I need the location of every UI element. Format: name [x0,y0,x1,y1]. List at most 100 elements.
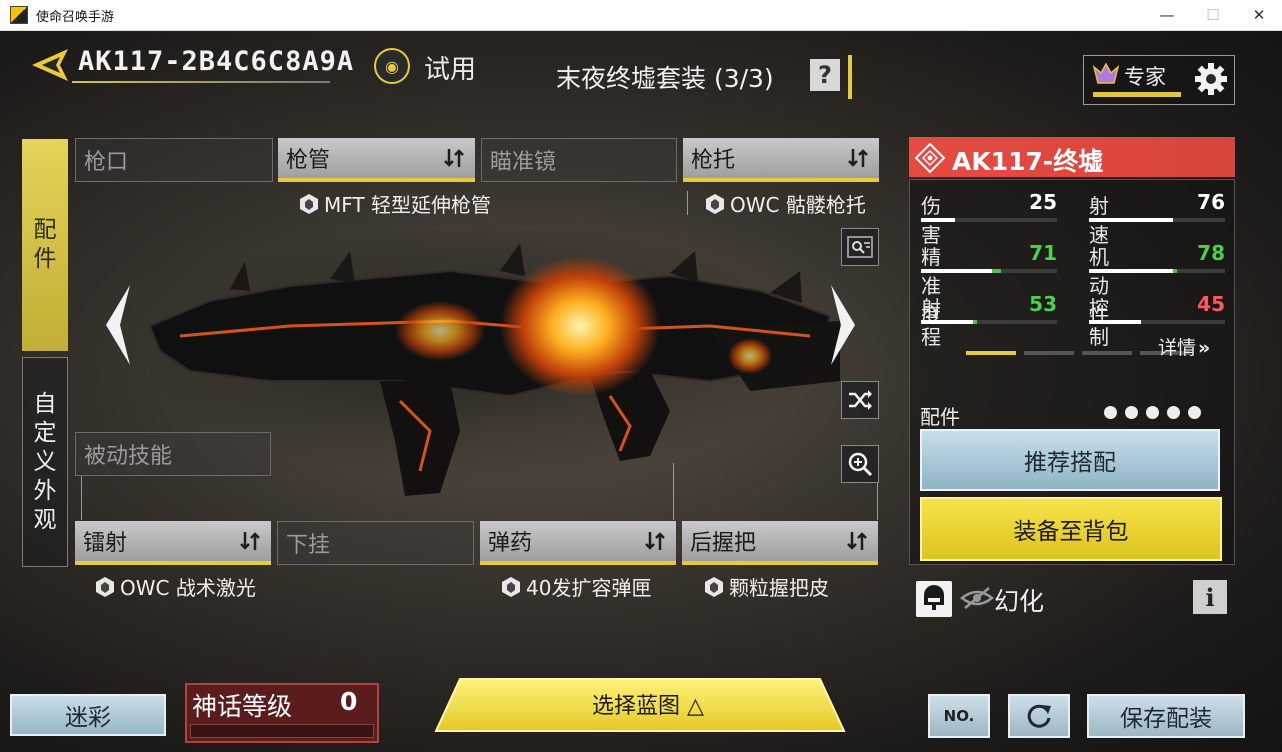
slot-ammo[interactable]: 弹药 [480,521,676,565]
save-loadout-button[interactable]: 保存配装 [1087,694,1245,738]
expert-label[interactable]: 专家 [1124,61,1166,91]
blueprint-label[interactable]: 选择蓝图 △ [592,688,704,720]
tab-attachments-label: 配件 [33,217,57,272]
attachment-dot [1167,406,1180,419]
stat-value: 25 [1029,190,1057,214]
help-button[interactable]: ? [810,59,840,91]
mythic-level-label: 神话等级 [192,692,293,721]
rarity-emblem-icon [502,576,520,597]
rarity-emblem-icon [706,193,724,214]
stats-page-indicator [1024,351,1074,355]
slot-perk-label: 被动技能 [84,444,173,469]
stat-bar [1089,218,1225,222]
zoom-in-icon [848,452,873,477]
slot-barrel[interactable]: 枪管 [278,138,475,182]
stat-bar-fill [921,218,955,222]
swap-icon[interactable] [846,530,868,552]
stat-bar-fill [1089,218,1174,222]
slot-stock-label: 枪托 [691,148,736,173]
laser-item: OWC 战术激光 [94,572,256,601]
stats-page-indicator [966,351,1016,355]
rear-grip-item-name: 颗粒握把皮 [729,576,829,600]
zoom-button[interactable] [841,445,879,483]
slot-perk[interactable]: 被动技能 [75,432,271,476]
connector-line [687,191,688,215]
refresh-icon [1027,704,1051,728]
swap-icon[interactable] [443,147,465,169]
slot-rear-grip[interactable]: 后握把 [682,521,878,565]
window-titlebar: 使命召唤手游 — ☐ ✕ [0,0,1282,31]
expert-underline [1093,92,1181,97]
info-button[interactable]: i [1193,580,1227,614]
tab-custom-look[interactable]: 自定义外观 [22,357,68,567]
attachment-dots [1104,406,1201,419]
weapon-title: AK117-终墟 [952,147,1104,176]
close-button[interactable]: ✕ [1236,0,1282,30]
maximize-button[interactable]: ☐ [1190,0,1236,30]
attachment-dot [1146,406,1159,419]
gear-icon[interactable] [1194,62,1228,96]
slot-optic[interactable]: 瞄准镜 [481,138,677,182]
phantom-label[interactable]: 幻化 [994,582,1044,618]
minimize-button[interactable]: — [1144,0,1190,30]
details-label: 详情 [1158,337,1197,359]
swap-icon[interactable] [847,147,869,169]
connector-line [81,476,82,520]
slot-rear-grip-label: 后握把 [690,531,757,556]
rarity-emblem-icon [96,576,114,597]
operator-helmet-icon[interactable] [916,581,952,617]
double-chevron-right-icon: » [1198,337,1211,359]
attachments-label: 配件 [920,405,960,429]
attachment-dot [1104,406,1117,419]
tab-attachments[interactable]: 配件 [22,139,68,351]
set-title: 末夜终墟套装 (3/3) [556,64,774,93]
connector-line [877,483,878,520]
chevron-left-icon[interactable] [100,283,136,367]
ammo-item-name: 40发扩容弹匣 [526,576,652,600]
weapon-name-underline [72,81,330,83]
eye-hidden-icon[interactable] [960,586,994,610]
stat-bar-gain [972,320,977,324]
slot-muzzle-label: 枪口 [84,150,129,175]
expert-badge-icon[interactable] [1093,63,1119,85]
stats-page-indicator [1082,351,1132,355]
slot-stock[interactable]: 枪托 [683,138,879,182]
slot-muzzle[interactable]: 枪口 [75,138,273,182]
stock-item: OWC 骷髅枪托 [704,189,866,218]
serial-number-button[interactable]: NO. [928,694,990,738]
slot-laser[interactable]: 镭射 [75,521,271,565]
back-arrow-icon[interactable] [30,47,70,83]
inspect-icon [847,236,873,258]
stock-item-name: OWC 骷髅枪托 [730,193,866,217]
stat-bar-gain [991,269,1002,273]
stat-value: 45 [1197,292,1225,316]
stat-bar-fill [921,320,973,324]
details-link[interactable]: 详情» [1158,333,1210,360]
reset-button[interactable] [1008,694,1070,738]
slot-optic-label: 瞄准镜 [490,150,557,175]
laser-item-name: OWC 战术激光 [120,576,256,600]
shuffle-button[interactable] [841,381,879,419]
mythic-progress-bar [190,724,374,738]
inspect-button[interactable] [841,228,879,266]
slot-barrel-label: 枪管 [286,148,331,173]
slot-ammo-label: 弹药 [488,531,533,556]
recommend-button[interactable]: 推荐搭配 [920,429,1220,491]
stat-value: 78 [1197,241,1225,265]
stat-bar [921,269,1057,273]
set-accent-bar [848,55,852,99]
trial-icon[interactable]: ◉ [374,48,410,84]
swap-icon[interactable] [644,530,666,552]
camo-button[interactable]: 迷彩 [10,694,166,736]
stat-value: 53 [1029,292,1057,316]
shuffle-icon [849,390,872,410]
equip-to-backpack-button[interactable]: 装备至背包 [920,497,1222,561]
chevron-right-icon[interactable] [825,283,861,367]
mythic-level-value: 0 [340,687,358,716]
swap-icon[interactable] [239,530,261,552]
trial-label[interactable]: 试用 [424,49,476,86]
attachment-dot [1125,406,1138,419]
stat-bar-fill [921,269,992,273]
slot-underbarrel[interactable]: 下挂 [277,521,474,565]
stat-bar [1089,320,1225,324]
